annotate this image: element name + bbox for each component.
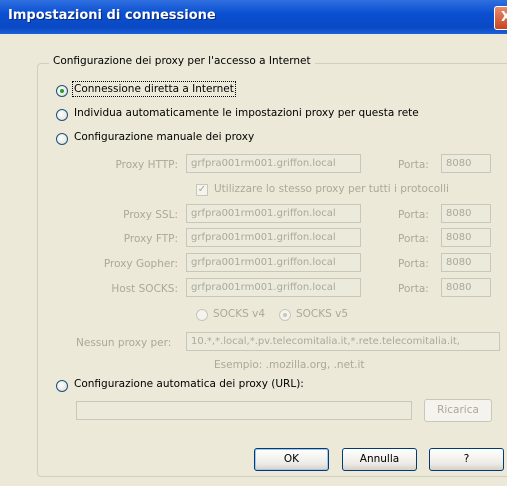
- socks-v5-label: SOCKS v5: [296, 308, 349, 320]
- close-icon: X: [500, 10, 507, 25]
- ftp-proxy-input[interactable]: grfpra001rm001.griffon.local: [186, 228, 361, 247]
- cancel-button[interactable]: Annulla: [342, 448, 417, 471]
- help-button[interactable]: ?: [429, 448, 504, 471]
- auto-detect-radio[interactable]: [56, 109, 68, 121]
- socks-port-input[interactable]: 8080: [441, 278, 491, 297]
- no-proxy-example: Esempio: .mozilla.org, .net.it: [214, 359, 365, 371]
- no-proxy-input[interactable]: 10.*,*.local,*.pv.telecomitalia.it,*.ret…: [186, 332, 500, 351]
- http-port-input[interactable]: 8080: [441, 154, 491, 173]
- ssl-port-label: Porta:: [398, 209, 429, 221]
- ftp-proxy-label: Proxy FTP:: [123, 233, 178, 245]
- ok-button[interactable]: OK: [254, 448, 329, 471]
- ssl-proxy-label: Proxy SSL:: [123, 209, 178, 221]
- socks-v5-radio[interactable]: [279, 309, 291, 321]
- http-port-label: Porta:: [398, 159, 429, 171]
- http-proxy-label: Proxy HTTP:: [115, 159, 178, 171]
- gopher-port-input[interactable]: 8080: [441, 253, 491, 272]
- manual-proxy-label[interactable]: Configurazione manuale dei proxy: [74, 131, 254, 143]
- socks-host-label: Host SOCKS:: [111, 283, 178, 295]
- socks-host-input[interactable]: grfpra001rm001.griffon.local: [186, 278, 361, 297]
- gopher-proxy-label: Proxy Gopher:: [103, 258, 178, 270]
- same-proxy-label: Utilizzare lo stesso proxy per tutti i p…: [214, 183, 449, 195]
- checkmark-icon: ✓: [197, 184, 207, 195]
- socks-v4-radio[interactable]: [196, 309, 208, 321]
- ssl-proxy-input[interactable]: grfpra001rm001.griffon.local: [186, 204, 361, 223]
- ftp-port-label: Porta:: [398, 233, 429, 245]
- gopher-port-label: Porta:: [398, 258, 429, 270]
- manual-proxy-radio[interactable]: [56, 133, 68, 145]
- connection-settings-dialog: Impostazioni di connessione X Configuraz…: [0, 0, 507, 486]
- proxy-config-legend: Configurazione dei proxy per l'accesso a…: [49, 55, 315, 67]
- gopher-proxy-input[interactable]: grfpra001rm001.griffon.local: [186, 253, 361, 272]
- auto-detect-label[interactable]: Individua automaticamente le impostazion…: [74, 107, 419, 119]
- socks-v4-label: SOCKS v4: [213, 308, 266, 320]
- direct-connection-radio[interactable]: [56, 85, 68, 97]
- title-bar: Impostazioni di connessione X: [0, 0, 507, 34]
- close-button[interactable]: X: [494, 6, 507, 30]
- auto-proxy-url-radio[interactable]: [56, 380, 68, 392]
- dialog-body: Configurazione dei proxy per l'accesso a…: [0, 34, 507, 486]
- auto-proxy-url-label[interactable]: Configurazione automatica dei proxy (URL…: [74, 378, 304, 390]
- dialog-title: Impostazioni di connessione: [8, 8, 216, 23]
- same-proxy-checkbox[interactable]: ✓: [196, 184, 208, 196]
- ftp-port-input[interactable]: 8080: [441, 228, 491, 247]
- auto-proxy-url-input[interactable]: [76, 401, 412, 420]
- socks-port-label: Porta:: [398, 283, 429, 295]
- http-proxy-input[interactable]: grfpra001rm001.griffon.local: [186, 154, 361, 173]
- reload-button[interactable]: Ricarica: [424, 399, 492, 422]
- no-proxy-label: Nessun proxy per:: [76, 337, 172, 349]
- ssl-port-input[interactable]: 8080: [441, 204, 491, 223]
- direct-connection-label[interactable]: Connessione diretta a Internet: [72, 81, 236, 97]
